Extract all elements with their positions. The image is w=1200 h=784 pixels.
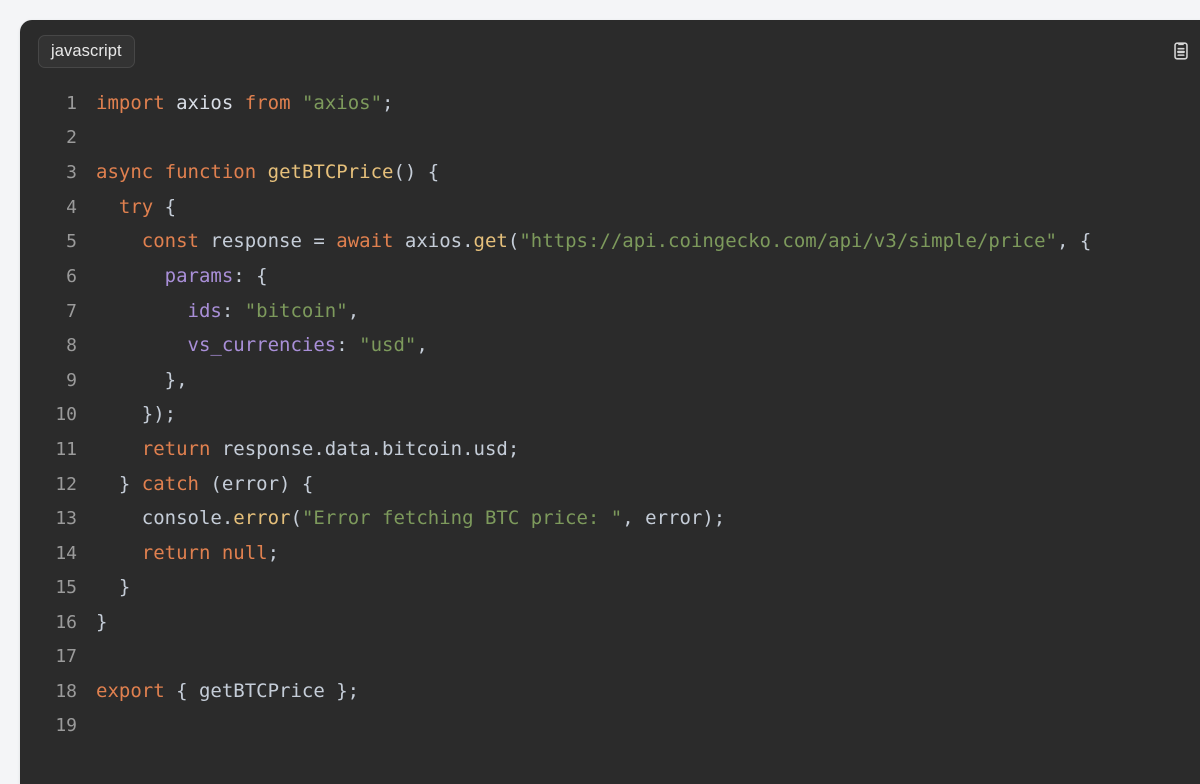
code-line: 15 } <box>20 570 1200 605</box>
line-number: 8 <box>66 335 77 357</box>
line-content: }); <box>96 403 177 426</box>
line-number: 10 <box>55 404 77 426</box>
line-number: 16 <box>55 611 77 633</box>
line-number: 3 <box>66 162 77 184</box>
code-line: 7 ids: "bitcoin", <box>20 294 1200 329</box>
line-number: 19 <box>55 714 77 736</box>
code-line: 1 import axios from "axios"; <box>20 86 1200 121</box>
line-number: 11 <box>55 438 77 460</box>
line-content: try { <box>118 195 177 218</box>
code-line: 14 return null; <box>20 536 1200 571</box>
line-number: 5 <box>66 231 77 253</box>
code-block-card: javascript 1 import axios from "axios"; 2 3… <box>20 20 1200 784</box>
line-number: 7 <box>66 300 77 322</box>
code-line: 18 export { getBTCPrice }; <box>20 674 1200 709</box>
line-content: params: { <box>164 264 268 287</box>
line-content: return null; <box>141 541 280 564</box>
code-line: 13 console.error("Error fetching BTC pri… <box>20 501 1200 536</box>
line-content: export { getBTCPrice }; <box>96 680 360 703</box>
code-line: 2 <box>20 121 1200 156</box>
page-root: javascript 1 import axios from "axios"; 2 3… <box>0 0 1200 784</box>
code-line: 5 const response = await axios.get("http… <box>20 224 1200 259</box>
line-content: console.error("Error fetching BTC price:… <box>96 507 726 530</box>
line-content: } <box>96 610 108 633</box>
code-line: 12 } catch (error) { <box>20 467 1200 502</box>
line-content: import axios from "axios"; <box>96 92 394 114</box>
line-content: }, <box>96 368 188 391</box>
code-line: 11 return response.data.bitcoin.usd; <box>20 432 1200 467</box>
code-line: 6 params: { <box>20 259 1200 294</box>
line-number: 4 <box>66 196 77 218</box>
line-number: 17 <box>55 645 77 667</box>
code-line: 10 }); <box>20 397 1200 432</box>
line-number: 15 <box>55 577 77 599</box>
code-content[interactable]: 1 import axios from "axios"; 2 3 async funct… <box>20 82 1200 743</box>
line-number: 13 <box>55 508 77 530</box>
line-content: } catch (error) { <box>96 472 314 495</box>
line-content: const response = await axios.get("https:… <box>141 230 1092 253</box>
line-number: 1 <box>66 93 77 114</box>
language-badge: javascript <box>38 34 135 68</box>
code-line: 9 }, <box>20 363 1200 398</box>
line-content: } <box>96 576 131 599</box>
code-line: 19 <box>20 709 1200 744</box>
line-number: 9 <box>66 369 77 391</box>
line-number: 2 <box>66 126 77 148</box>
line-number: 18 <box>55 681 77 703</box>
line-content: ids: "bitcoin", <box>187 299 360 322</box>
code-line: 16} <box>20 605 1200 640</box>
code-block-header: javascript <box>20 20 1200 82</box>
code-line: 17 <box>20 640 1200 675</box>
clipboard-icon <box>1170 40 1192 62</box>
copy-code-button[interactable] <box>1168 38 1194 64</box>
line-number: 12 <box>55 473 77 495</box>
code-line: 3 async function getBTCPrice() { <box>20 155 1200 190</box>
code-line: 8 vs_currencies: "usd", <box>20 328 1200 363</box>
line-content: return response.data.bitcoin.usd; <box>141 437 520 460</box>
code-line: 4 try { <box>20 190 1200 225</box>
line-number: 6 <box>66 265 77 287</box>
line-number: 14 <box>55 542 77 564</box>
line-content: async function getBTCPrice() { <box>96 161 440 184</box>
line-content: vs_currencies: "usd", <box>187 334 428 357</box>
